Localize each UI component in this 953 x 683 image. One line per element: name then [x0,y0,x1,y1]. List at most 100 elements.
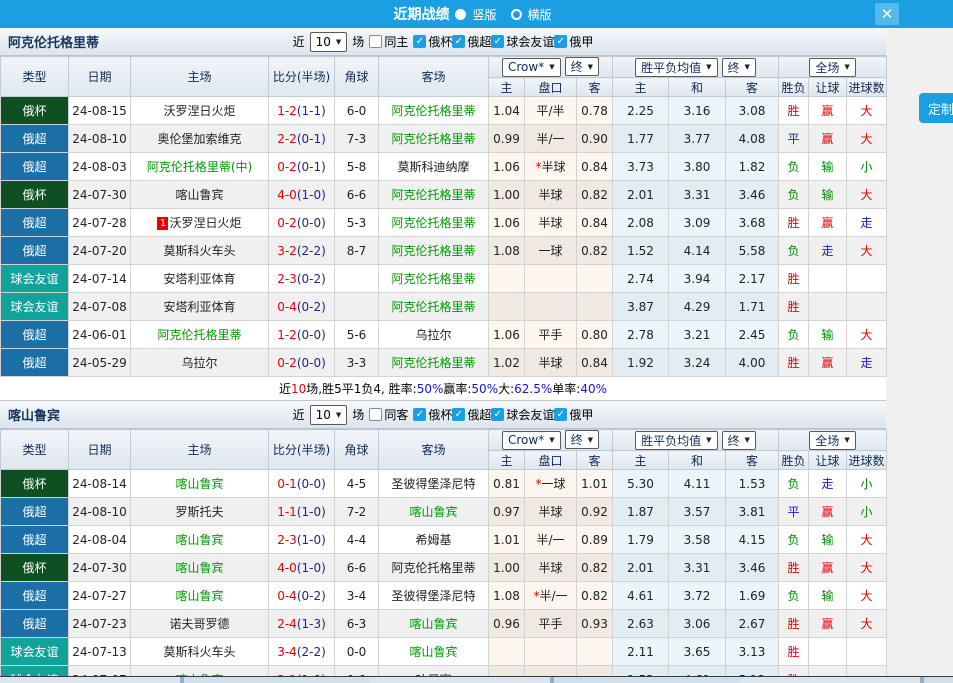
league-filter[interactable]: ✓俄甲 [554,33,593,50]
europe-odds-select[interactable]: 胜平负均值▼ [635,431,717,450]
fulltime-score: 1-2 [277,104,297,118]
home-team[interactable]: 1沃罗涅日火炬 [131,209,269,237]
league-filter[interactable]: ✓俄超 [452,33,491,50]
league-checkbox[interactable]: ✓ [413,408,426,421]
handicap-line: 半球 [525,181,577,209]
away-team[interactable]: 圣彼得堡泽尼特 [379,470,489,498]
home-team[interactable]: 奥伦堡加索维克 [131,125,269,153]
away-team[interactable]: 阿克伦托格里蒂 [379,97,489,125]
away-team[interactable]: 圣彼得堡泽尼特 [379,582,489,610]
home-team[interactable]: 诺夫哥罗德 [131,610,269,638]
away-team[interactable]: 希姆基 [379,526,489,554]
league-checkbox[interactable]: ✓ [413,35,426,48]
away-team[interactable]: 阿克伦托格里蒂 [379,265,489,293]
away-team[interactable]: 喀山鲁宾 [379,498,489,526]
same-venue-filter[interactable]: 同客 [369,406,408,423]
customize-button[interactable]: 定制 [919,93,953,123]
league-checkbox[interactable]: ✓ [554,408,567,421]
league-filter[interactable]: ✓球会友谊 [491,406,554,423]
fulltime-score: 2-2 [277,132,297,146]
handicap-home-odds: 1.01 [489,526,525,554]
result-goals: 大 [847,125,887,153]
draw-odds: 4.11 [669,470,726,498]
home-team[interactable]: 阿克伦托格里蒂 [131,321,269,349]
home-team[interactable]: 罗斯托夫 [131,498,269,526]
away-team[interactable]: 莫斯科迪纳摩 [379,153,489,181]
away-win-odds: 3.13 [726,638,779,666]
away-team[interactable]: 喀山鲁宾 [379,638,489,666]
europe-odds-select[interactable]: 胜平负均值▼ [635,58,717,77]
home-team[interactable]: 莫斯科火车头 [131,237,269,265]
halftime-score: (1-0) [297,188,326,202]
league-filter[interactable]: ✓俄杯 [413,406,452,423]
league-filter[interactable]: ✓俄杯 [413,33,452,50]
bookmaker-select[interactable]: Crow*▼ [502,431,561,450]
league-checkbox[interactable]: ✓ [452,408,465,421]
handicap-time-select[interactable]: 终▼ [565,430,599,449]
home-win-odds: 1.77 [613,125,669,153]
background-window-edges [0,676,953,683]
match-row: 俄杯24-07-30喀山鲁宾4-0(1-0)6-6阿克伦托格里蒂1.00半球0.… [1,181,887,209]
league-filter[interactable]: ✓俄超 [452,406,491,423]
select-value: 胜平负均值 [641,432,701,449]
result-wdl: 负 [779,470,809,498]
league-checkbox[interactable]: ✓ [452,35,465,48]
close-icon[interactable]: ✕ [875,3,899,25]
league-filter[interactable]: ✓俄甲 [554,406,593,423]
league-checkbox[interactable]: ✓ [491,35,504,48]
layout-vertical-label[interactable]: 竖版 [472,6,496,23]
col-header: 客场 [379,57,489,97]
away-team[interactable]: 阿克伦托格里蒂 [379,293,489,321]
home-team[interactable]: 安塔利亚体育 [131,265,269,293]
away-team[interactable]: 喀山鲁宾 [379,610,489,638]
fulltime-score: 1-1 [277,505,297,519]
away-team[interactable]: 乌拉尔 [379,321,489,349]
home-team[interactable]: 安塔利亚体育 [131,293,269,321]
layout-horizontal-label[interactable]: 横版 [528,6,552,23]
home-win-odds: 3.73 [613,153,669,181]
score: 2-3(1-0) [269,526,335,554]
home-team[interactable]: 喀山鲁宾 [131,181,269,209]
same-venue-checkbox[interactable] [369,408,382,421]
draw-odds: 4.14 [669,237,726,265]
subcol-header: 客 [726,78,779,97]
league-filters: ✓俄杯✓俄超✓球会友谊✓俄甲 [413,33,593,50]
home-team[interactable]: 喀山鲁宾 [131,582,269,610]
league-checkbox[interactable]: ✓ [554,35,567,48]
layout-vertical-radio[interactable] [455,9,466,20]
league-checkbox[interactable]: ✓ [491,408,504,421]
same-venue-checkbox[interactable] [369,35,382,48]
home-team[interactable]: 沃罗涅日火炬 [131,97,269,125]
recent-label: 近 [293,406,305,423]
home-team[interactable]: 喀山鲁宾 [131,470,269,498]
result-handicap: 赢 [809,125,847,153]
scope-select[interactable]: 全场▼ [809,431,855,450]
home-team[interactable]: 喀山鲁宾 [131,554,269,582]
handicap-time-select[interactable]: 终▼ [565,57,599,76]
results-panel: 阿克伦托格里蒂 近 10▼ 场 同主 ✓俄杯✓俄超✓球会友谊✓俄甲 类型日期主场… [0,28,886,683]
result-handicap: 输 [809,153,847,181]
same-venue-filter[interactable]: 同主 [369,33,408,50]
scope-select[interactable]: 全场▼ [809,58,855,77]
subcol-header: 客 [726,451,779,470]
league-filter[interactable]: ✓球会友谊 [491,33,554,50]
home-team[interactable]: 阿克伦托格里蒂(中) [131,153,269,181]
home-team[interactable]: 乌拉尔 [131,349,269,377]
home-team[interactable]: 喀山鲁宾 [131,526,269,554]
away-team[interactable]: 阿克伦托格里蒂 [379,125,489,153]
match-date: 24-07-20 [69,237,131,265]
dropdown-group: 全场▼ [779,57,887,78]
recent-count-select[interactable]: 10▼ [310,405,348,425]
europe-time-select[interactable]: 终▼ [722,58,756,77]
home-team[interactable]: 莫斯科火车头 [131,638,269,666]
summary-segment: 40% [580,382,607,396]
away-team[interactable]: 阿克伦托格里蒂 [379,209,489,237]
away-team[interactable]: 阿克伦托格里蒂 [379,554,489,582]
layout-horizontal-radio[interactable] [511,9,522,20]
away-team[interactable]: 阿克伦托格里蒂 [379,349,489,377]
europe-time-select[interactable]: 终▼ [722,431,756,450]
away-team[interactable]: 阿克伦托格里蒂 [379,237,489,265]
recent-count-select[interactable]: 10▼ [310,32,348,52]
bookmaker-select[interactable]: Crow*▼ [502,58,561,77]
away-team[interactable]: 阿克伦托格里蒂 [379,181,489,209]
